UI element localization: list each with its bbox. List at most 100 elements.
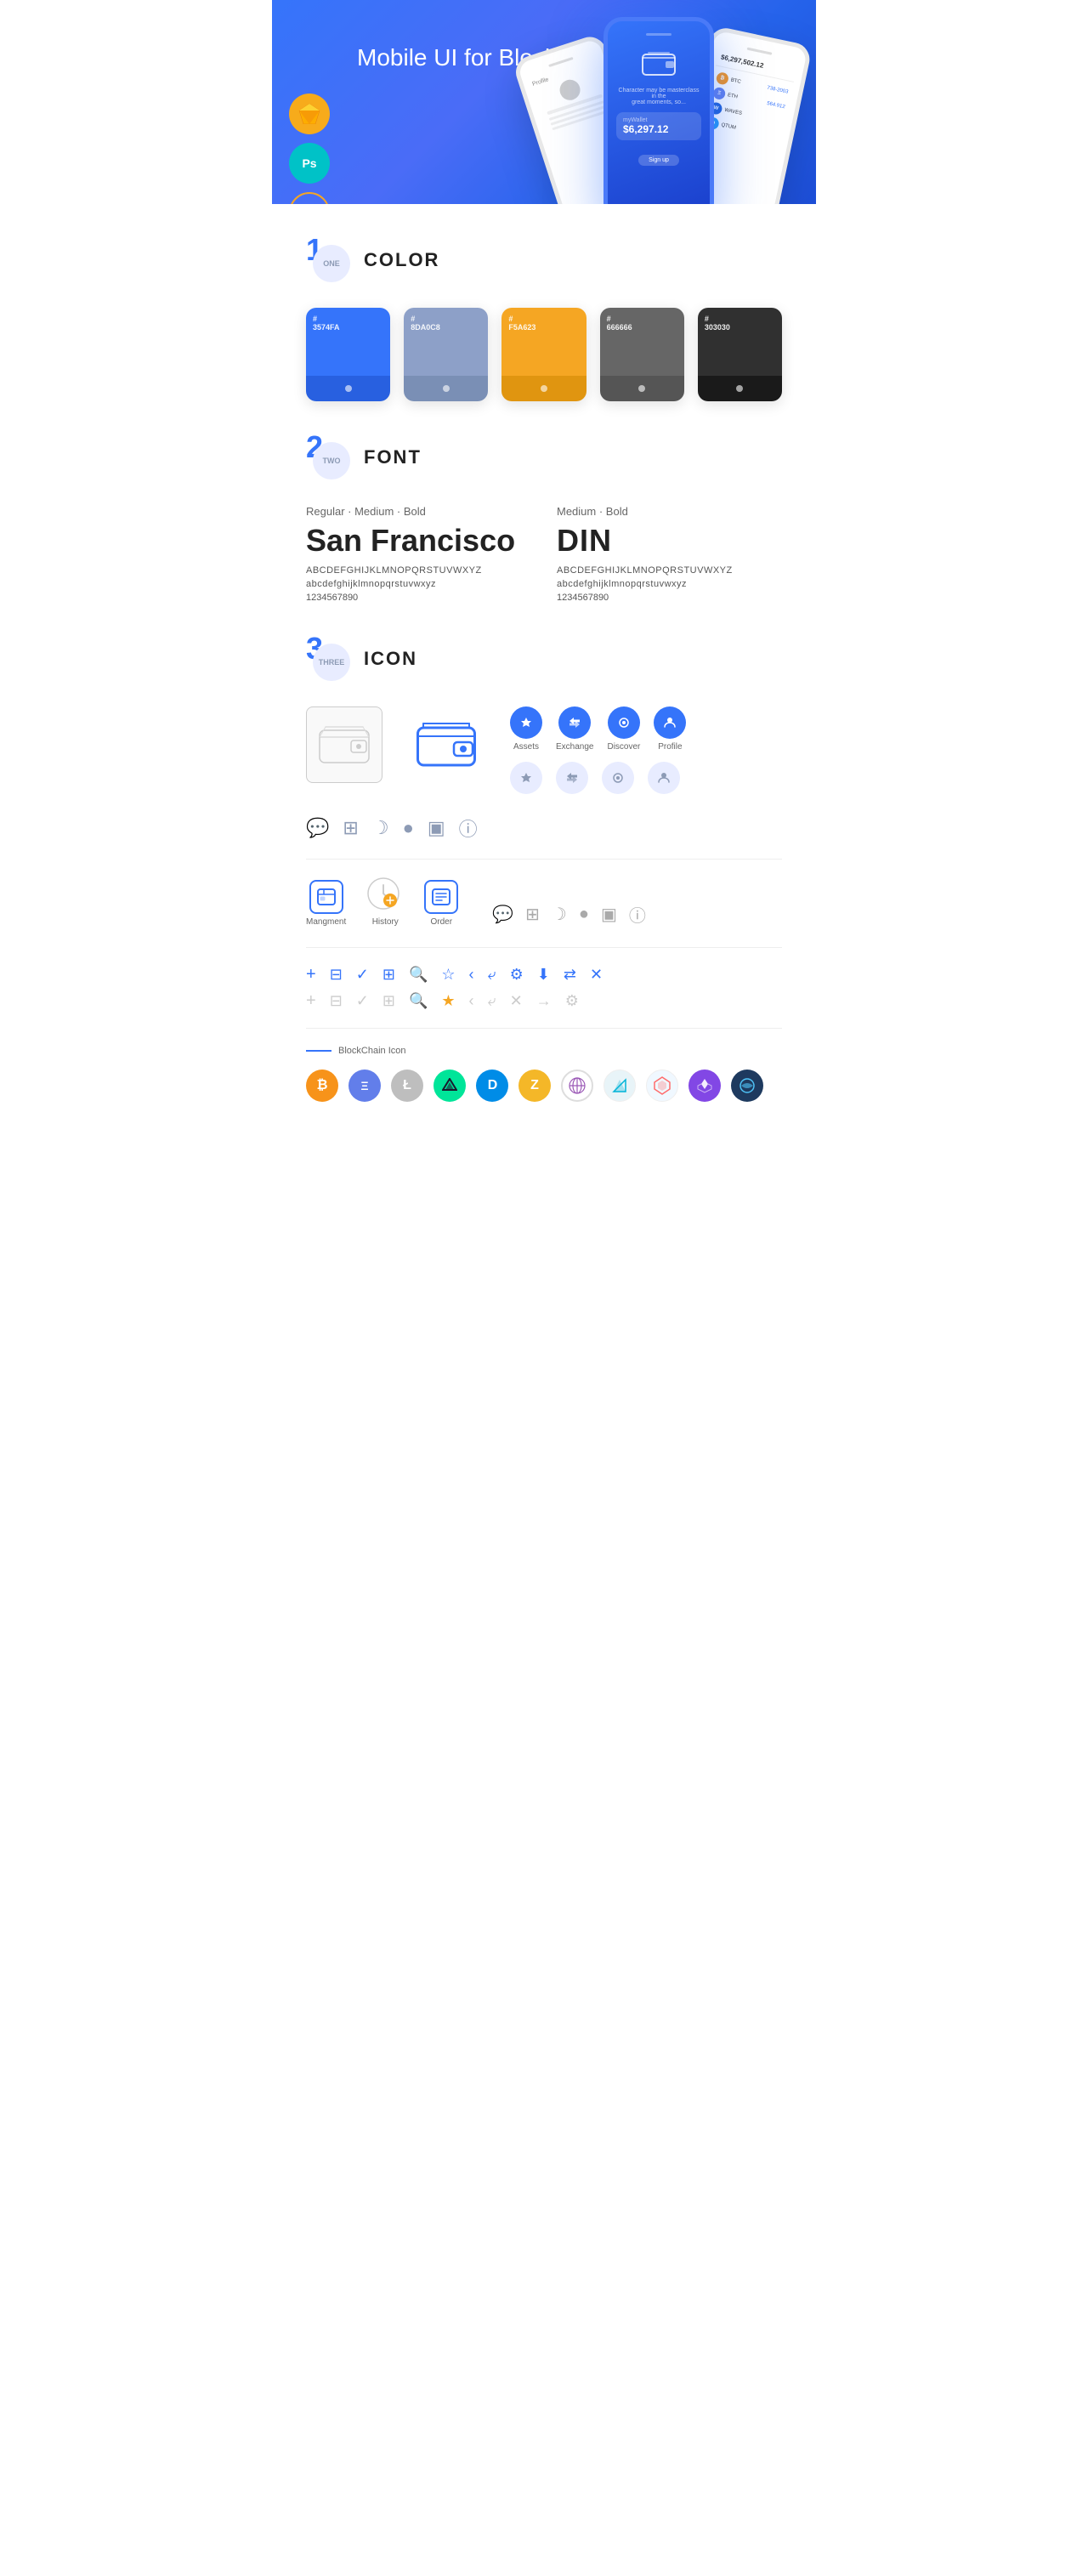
wallet-blue-svg [416,720,476,769]
stack-icon: ⊞ [343,817,358,839]
font-section-header: 2 TWO FONT [306,435,782,479]
circle-icon: ● [403,817,414,839]
network-icon [561,1070,593,1102]
nav-icon-assets: Assets [510,706,542,752]
check-icon-gray: ✓ [356,992,369,1010]
hero-badges: Ps 60+ Screens [289,94,330,204]
font-lowercase-sf: abcdefghijklmnopqrstuvwxyz [306,579,531,589]
swap-icon: ⇄ [564,966,576,984]
order-svg [432,888,450,905]
wallet-wireframe-svg [319,723,370,766]
search-icon-gray: 🔍 [409,992,428,1010]
nav-icon-profile: Profile [654,706,686,752]
swatch-5: # 303030 [698,308,782,401]
gray-stack-icon: ⊞ [525,904,540,925]
assets-icon-inactive [510,762,542,794]
color-title: COLOR [364,249,439,271]
gray-moon-icon: ☽ [552,904,567,925]
nav-icon-discover: Discover [607,706,640,752]
order-icon-box [424,880,458,914]
discover-icon-active [608,706,640,739]
tron-icon [604,1070,636,1102]
plus-icon: + [306,965,316,984]
utility-icons-gray-row: + ⊟ ✓ ⊞ 🔍 ★ ‹ ⤶ ✕ → ⚙ [306,991,782,1011]
profile-icon-inactive [648,762,680,794]
icon-section-header: 3 THREE ICON [306,637,782,681]
info-icon: ⓘ [459,814,478,842]
gray-icons-group: 💬 ⊞ ☽ ● ▣ ⓘ [492,902,646,927]
nav-icon-exchange: Exchange [556,706,593,752]
swatch-4: # 666666 [600,308,684,401]
profile-icon-active [654,706,686,739]
misc-icons-row: 💬 ⊞ ☽ ● ▣ ⓘ [306,814,782,842]
section-number-2: 2 TWO [306,435,350,479]
blockchain-text: BlockChain Icon [338,1046,406,1056]
discover-label: Discover [607,742,640,752]
ps-badge: Ps [289,143,330,184]
exchange-icon-active [558,706,591,739]
swatch-1: # 3574FA [306,308,390,401]
gray-icons-row-1: 💬 ⊞ ☽ ● ▣ ⓘ [492,902,646,927]
color-swatches: # 3574FA # 8DA0C8 # F5A623 [306,308,782,401]
font-numbers-din: 1234567890 [557,593,782,603]
arrow-icon-gray: → [536,992,552,1010]
icon-wireframe-wallet [306,706,382,783]
color-section-header: 1 ONE COLOR [306,238,782,282]
management-icon: Mangment [306,880,346,927]
divider-2 [306,947,782,948]
management-icons-row: Mangment History [306,877,782,927]
profile-label: Profile [658,742,682,752]
qr-icon: ⊞ [382,966,395,984]
order-label: Order [430,917,452,927]
management-label: Mangment [306,917,346,927]
close-icon-gray: ✕ [510,992,523,1010]
font-name-sf: San Francisco [306,523,531,559]
nav-icons-inactive-row [510,762,686,794]
neo-icon [434,1070,466,1102]
sketch-badge [289,94,330,134]
font-styles-sf: Regular · Medium · Bold [306,505,531,518]
section-number-3: 3 THREE [306,637,350,681]
font-uppercase-din: ABCDEFGHIJKLMNOPQRSTUVWXYZ [557,565,782,576]
gray-message-icon: ▣ [601,904,617,925]
icon-title: ICON [364,648,417,670]
history-icon-wrapper [366,877,404,914]
settings-icon: ⚙ [510,966,524,984]
swatch-2: # 8DA0C8 [404,308,488,401]
divider-1 [306,859,782,860]
font-numbers-sf: 1234567890 [306,593,531,603]
exchange-label: Exchange [556,742,593,752]
dash-icon: D [476,1070,508,1102]
exchange-icon-inactive [556,762,588,794]
back-icon-gray: ‹ [469,992,474,1010]
settings-icon-gray: ⚙ [565,992,579,1010]
back-icon: ‹ [469,966,474,984]
litecoin-icon: Ł [391,1070,423,1102]
zcash-icon: Z [518,1070,551,1102]
font-lowercase-din: abcdefghijklmnopqrstuvwxyz [557,579,782,589]
phone-center: Character may be masterclass in thegreat… [604,17,714,204]
utility-icons-blue-row: + ⊟ ✓ ⊞ 🔍 ☆ ‹ ⤶ ⚙ ⬇ ⇄ ✕ [306,965,782,984]
font-title: FONT [364,446,422,468]
font-san-francisco: Regular · Medium · Bold San Francisco AB… [306,505,531,603]
assets-icon-active [510,706,542,739]
gray-dot-icon: ● [579,905,589,924]
edit-icon: ⊟ [330,966,343,984]
crypto-icons-row: ₿ Ξ Ł D Z [306,1070,782,1102]
font-section: 2 TWO FONT Regular · Medium · Bold San F… [306,435,782,603]
section-number-1: 1 ONE [306,238,350,282]
message-icon: ▣ [428,817,445,839]
font-styles-din: Medium · Bold [557,505,782,518]
color-section: 1 ONE COLOR # 3574FA # 8DA0C8 [306,238,782,401]
star-icon: ☆ [441,966,455,984]
management-icon-box [309,880,343,914]
search-icon: 🔍 [409,966,428,984]
crystal-icon [646,1070,678,1102]
font-uppercase-sf: ABCDEFGHIJKLMNOPQRSTUVWXYZ [306,565,531,576]
screens-badge: 60+ Screens [289,192,330,204]
share-icon-gray: ⤶ [488,992,496,1010]
history-svg [366,877,400,911]
bitcoin-icon: ₿ [306,1070,338,1102]
nav-icons-group: Assets Exchange Discover [510,706,686,794]
gray-info-icon: ⓘ [629,902,646,927]
